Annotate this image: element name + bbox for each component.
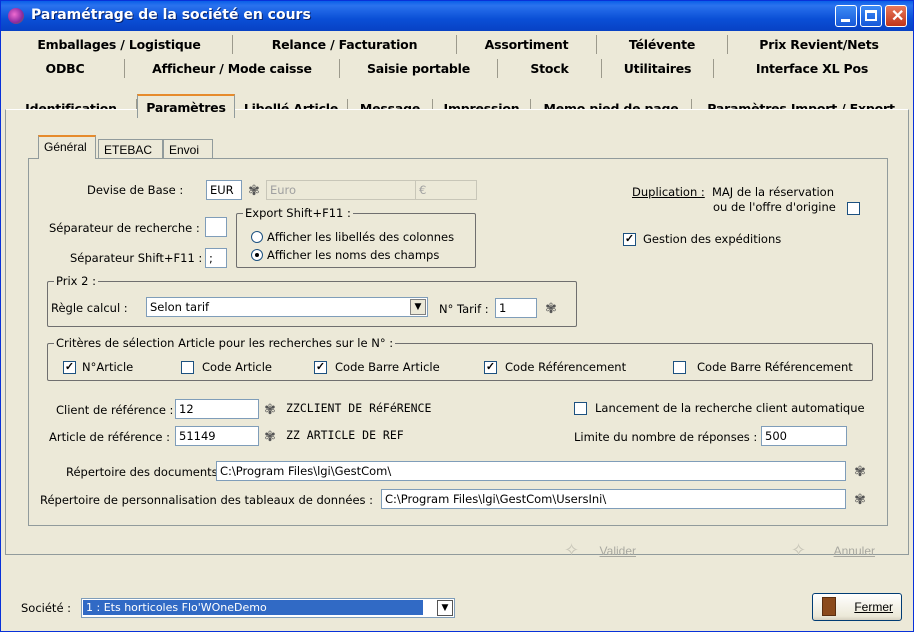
export-option-noms-radio[interactable] [251,249,263,261]
tab-saisie-portable[interactable]: Saisie portable [340,59,498,78]
crit-code-ref-label[interactable]: Code Référencement [505,360,626,374]
societe-label: Société : [21,601,72,615]
tab-odbc[interactable]: ODBC [6,59,125,78]
article-lookup-icon[interactable]: ✾ [262,428,278,444]
fermer-button[interactable]: Fermer [812,593,902,621]
export-option-noms-label[interactable]: Afficher les noms des champs [267,248,439,262]
tab-interface-xl-pos[interactable]: Interface XL Pos [714,59,910,78]
tab-emballages-logistique[interactable]: Emballages / Logistique [6,35,233,54]
regle-calcul-label: Règle calcul : [51,301,128,315]
tab-prix-revient-nets[interactable]: Prix Revient/Nets [728,35,910,54]
repertoire-perso-input[interactable]: C:\Program Files\lgi\GestCom\UsersIni\ [381,489,846,509]
article-reference-input[interactable]: 51149 [175,426,259,446]
maj-label-line1: MAJ de la réservation [712,185,834,199]
client-reference-name: ZZCLIENT DE RéFéRENCE [283,399,545,419]
devise-symbol-field: € [415,180,477,200]
client-lookup-icon[interactable]: ✾ [262,401,278,417]
crit-code-barre-ref-checkbox[interactable] [673,361,686,374]
separateur-shift-input[interactable]: ; [205,248,227,268]
tab-assortiment[interactable]: Assortiment [457,35,597,54]
tab-relance-facturation[interactable]: Relance / Facturation [233,35,457,54]
tab-stock[interactable]: Stock [498,59,602,78]
valider-button[interactable]: ✧ Valider [562,538,644,566]
devise-lookup-icon[interactable]: ✾ [246,182,262,198]
tab-afficheur-mode-caisse[interactable]: Afficheur / Mode caisse [125,59,340,78]
devise-label: Devise de Base : [87,183,184,197]
separateur-recherche-label: Séparateur de recherche : [49,221,200,235]
crit-code-article-label[interactable]: Code Article [202,360,272,374]
client-reference-label: Client de référence : [56,403,174,417]
maj-reservation-checkbox[interactable] [847,202,860,215]
valider-label: Valider [599,544,636,558]
tab-parametres-active[interactable]: Paramètres [137,94,235,118]
limite-reponses-input[interactable]: 500 [761,426,847,446]
minimize-button[interactable] [835,5,857,27]
tarif-lookup-icon[interactable]: ✾ [543,300,559,316]
window-title: Paramétrage de la société en cours [31,7,311,23]
gestion-expeditions-checkbox[interactable]: ✓ [623,233,636,246]
repertoire-documents-label: Répertoire des documents : [66,465,226,479]
annuler-button[interactable]: ✧ Annuler [787,538,883,566]
societe-select[interactable]: 1 : Ets horticoles Flo'WOneDemo ▼ [81,598,455,618]
tab-utilitaires[interactable]: Utilitaires [602,59,714,78]
prix2-group-label: Prix 2 : [54,274,98,288]
crit-code-barre-ref-label[interactable]: Code Barre Référencement [697,360,853,374]
tarif-input[interactable]: 1 [495,298,537,318]
criteres-group-label: Critères de sélection Article pour les r… [54,336,396,350]
tab-televente[interactable]: Télévente [597,35,728,54]
door-icon [822,597,836,616]
crit-code-ref-checkbox[interactable]: ✓ [484,361,497,374]
repertoire-perso-label: Répertoire de personnalisation des table… [40,493,374,507]
export-option-libelles-label[interactable]: Afficher les libellés des colonnes [267,230,454,244]
subtab-general[interactable]: Général [38,135,96,159]
subtab-etebac[interactable]: ETEBAC [98,139,163,159]
annuler-icon: ✧ [791,540,807,560]
gestion-expeditions-label[interactable]: Gestion des expéditions [643,232,781,246]
subtab-envoi[interactable]: Envoi [163,139,213,159]
lancement-recherche-checkbox[interactable] [574,402,587,415]
chevron-down-icon[interactable]: ▼ [410,299,426,315]
export-shift-group-label: Export Shift+F11 : [243,206,353,220]
regle-calcul-value: Selon tarif [150,300,210,314]
repertoire-documents-browse-icon[interactable]: ✾ [852,463,868,479]
tarif-label: N° Tarif : [439,302,489,316]
crit-code-barre-checkbox[interactable]: ✓ [314,361,327,374]
title-bar: Paramétrage de la société en cours ✕ [1,1,913,31]
client-reference-input[interactable]: 12 [175,399,259,419]
separateur-shift-label: Séparateur Shift+F11 : [70,251,203,265]
annuler-label: Annuler [833,544,875,558]
article-reference-label: Article de référence : [49,430,171,444]
societe-value: 1 : Ets horticoles Flo'WOneDemo [83,600,423,615]
maximize-button[interactable] [860,5,882,27]
valider-icon: ✧ [564,540,580,560]
export-option-libelles-radio[interactable] [251,231,263,243]
separateur-recherche-input[interactable] [205,217,227,237]
crit-code-barre-label[interactable]: Code Barre Article [335,360,440,374]
limite-reponses-label: Limite du nombre de réponses : [574,430,758,444]
duplication-label: Duplication : [632,185,705,199]
maj-label-line2: ou de l'offre d'origine [713,200,836,214]
devise-code-input[interactable]: EUR [206,180,242,200]
devise-name-field: Euro [266,180,416,200]
crit-narticle-checkbox[interactable]: ✓ [63,361,76,374]
fermer-label: Fermer [854,600,893,614]
lancement-recherche-label[interactable]: Lancement de la recherche client automat… [595,401,865,415]
article-reference-name: ZZ ARTICLE DE REF [283,426,545,446]
crit-code-article-checkbox[interactable] [181,361,194,374]
close-button[interactable]: ✕ [885,5,907,27]
app-icon [8,8,24,24]
regle-calcul-select[interactable]: Selon tarif ▼ [146,297,428,317]
settings-window: Paramétrage de la société en cours ✕ Emb… [0,0,914,632]
societe-chevron-down-icon[interactable]: ▼ [437,600,453,616]
repertoire-perso-browse-icon[interactable]: ✾ [852,491,868,507]
crit-narticle-label[interactable]: N°Article [82,360,133,374]
tab-parametres[interactable]: Paramètres [138,98,234,117]
repertoire-documents-input[interactable]: C:\Program Files\lgi\GestCom\ [216,461,846,481]
